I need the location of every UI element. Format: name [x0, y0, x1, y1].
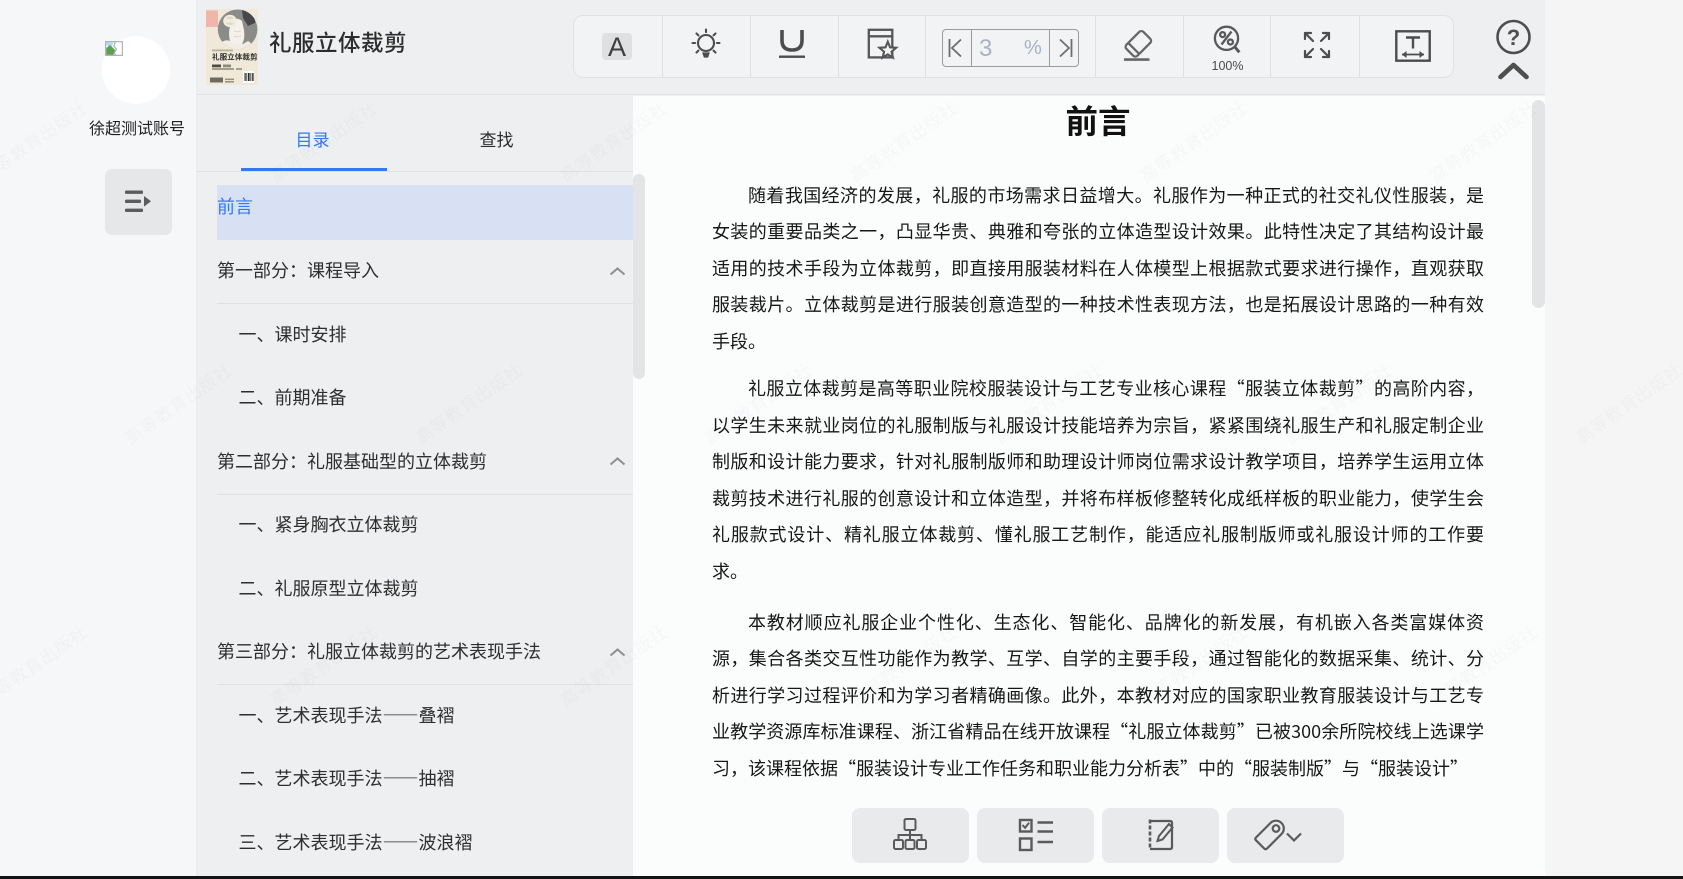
svg-text:?: ?	[1507, 25, 1520, 50]
svg-text:礼服立体裁剪: 礼服立体裁剪	[212, 52, 258, 63]
